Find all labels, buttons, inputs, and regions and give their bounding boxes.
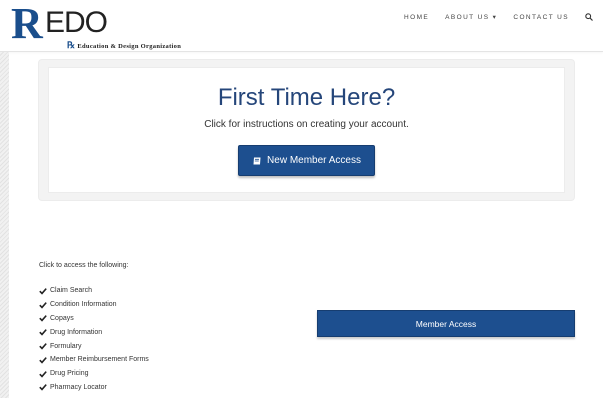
welcome-title: First Time Here? [217, 84, 396, 111]
nav-home[interactable]: HOME [404, 14, 429, 21]
logo-tagline-text: Education & Design Organization [77, 43, 182, 50]
access-feature-list: Claim Search Condition Information Copay… [39, 284, 149, 394]
check-icon [39, 356, 47, 364]
list-item-label: Formulary [50, 342, 82, 350]
list-item: Pharmacy Locator [39, 381, 149, 395]
list-item: Claim Search [39, 284, 149, 298]
list-item-label: Drug Pricing [50, 370, 89, 378]
check-icon [39, 383, 47, 392]
left-decorative-stripe [0, 52, 9, 398]
welcome-subtitle: Click for instructions on creating your … [204, 119, 409, 130]
list-item-label: Copays [50, 314, 74, 322]
list-item: Formulary [39, 339, 149, 353]
list-item-label: Member Reimbursement Forms [50, 356, 149, 364]
redo-logo[interactable]: R EDO ℞ Education & Design Organization [9, 0, 184, 51]
list-item: Copays [39, 312, 149, 326]
access-intro: Click to access the following: [39, 262, 129, 269]
list-item: Condition Information [39, 298, 149, 312]
list-item-label: Drug Information [50, 328, 103, 336]
new-member-access-label: New Member Access [267, 155, 361, 166]
main-nav: HOME ABOUT US ▾ CONTACT US [404, 13, 593, 21]
check-icon [39, 287, 47, 295]
search-icon[interactable] [585, 13, 593, 21]
list-item: Drug Pricing [39, 367, 149, 381]
site-header: R EDO ℞ Education & Design Organization H… [0, 0, 603, 52]
check-icon [39, 314, 47, 323]
list-item-label: Pharmacy Locator [50, 383, 107, 391]
logo-mark: R [11, 0, 43, 48]
member-access-button[interactable]: Member Access [317, 310, 575, 337]
check-icon [39, 370, 47, 378]
check-icon [39, 328, 47, 336]
list-item-label: Claim Search [50, 287, 93, 295]
check-icon [39, 342, 47, 350]
nav-about-us[interactable]: ABOUT US ▾ [445, 13, 497, 21]
list-item: Member Reimbursement Forms [39, 353, 149, 367]
list-item: Drug Information [39, 325, 149, 339]
nav-contact-us[interactable]: CONTACT US [513, 14, 569, 21]
check-icon [39, 301, 47, 309]
new-member-access-button[interactable]: New Member Access [238, 145, 375, 176]
logo-wordmark: EDO [45, 6, 108, 39]
list-item-label: Condition Information [50, 301, 117, 309]
book-icon [252, 156, 262, 166]
logo-tagline-rx: ℞ [67, 40, 76, 50]
logo-tagline: ℞ Education & Design Organization [67, 40, 181, 51]
